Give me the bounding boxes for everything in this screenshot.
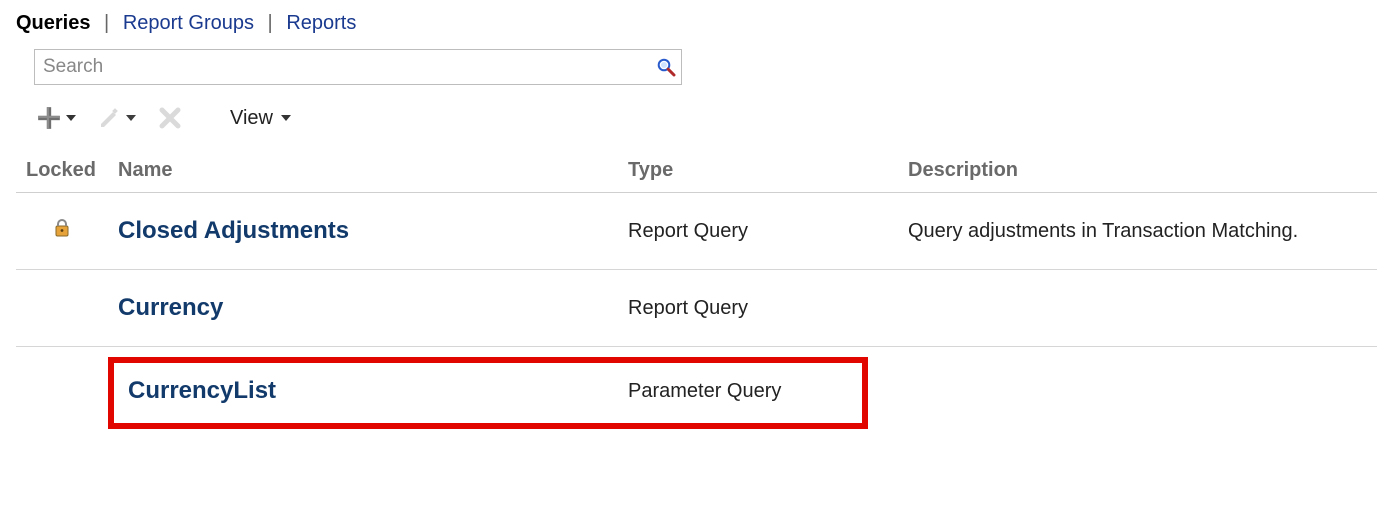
view-menu[interactable]: View [230, 107, 291, 130]
query-description [898, 270, 1377, 347]
search-icon[interactable] [656, 57, 676, 77]
column-header-type[interactable]: Type [618, 151, 898, 193]
column-header-description[interactable]: Description [898, 151, 1377, 193]
pencil-icon [98, 106, 122, 130]
toolbar: View [32, 95, 1377, 141]
tab-report-groups[interactable]: Report Groups [123, 12, 254, 35]
delete-button[interactable] [154, 101, 186, 135]
query-name-link[interactable]: CurrencyList [128, 377, 276, 404]
column-header-locked[interactable]: Locked [16, 151, 108, 193]
tab-reports[interactable]: Reports [286, 12, 356, 35]
query-type: Parameter Query [628, 380, 781, 403]
edit-button[interactable] [94, 101, 140, 135]
search-input[interactable] [34, 49, 682, 85]
query-name-link[interactable]: Currency [118, 294, 223, 321]
chevron-down-icon [126, 115, 136, 121]
search-bar [34, 49, 682, 85]
query-type: Report Query [618, 193, 898, 270]
query-name-link[interactable]: Closed Adjustments [118, 217, 349, 244]
table-row[interactable]: Currency Report Query [16, 270, 1377, 347]
tab-queries[interactable]: Queries [16, 12, 90, 35]
tab-separator: | [96, 12, 117, 35]
chevron-down-icon [66, 115, 76, 121]
x-icon [158, 106, 182, 130]
highlighted-row: CurrencyList Parameter Query [108, 357, 868, 429]
table-row[interactable]: CurrencyList Parameter Query [16, 347, 1377, 430]
plus-icon [36, 105, 62, 131]
page-tabs: Queries | Report Groups | Reports [16, 12, 1377, 35]
query-type: Report Query [618, 270, 898, 347]
lock-icon [54, 220, 70, 242]
view-menu-label: View [230, 107, 273, 129]
table-row[interactable]: Closed Adjustments Report Query Query ad… [16, 193, 1377, 270]
add-button[interactable] [32, 101, 80, 135]
tab-separator: | [260, 12, 281, 35]
query-description: Query adjustments in Transaction Matchin… [898, 193, 1377, 270]
column-header-name[interactable]: Name [108, 151, 618, 193]
queries-table: Locked Name Type Description Closed Adju… [16, 151, 1377, 429]
chevron-down-icon [281, 115, 291, 121]
